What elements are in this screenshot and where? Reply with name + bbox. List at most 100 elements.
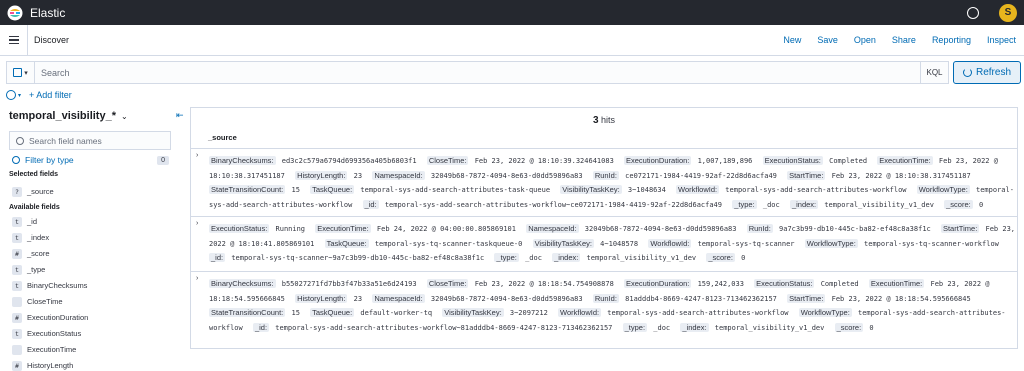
field-value: temporal-sys-add-search-attributes-task-… xyxy=(360,186,551,194)
hits-label: hits xyxy=(601,115,616,125)
field-key: NamespaceId: xyxy=(526,224,579,233)
field-key: RunId: xyxy=(592,293,619,303)
top-menu: New Save Open Share Reporting Inspect xyxy=(767,35,1016,45)
field-item[interactable]: t BinaryChecksums xyxy=(12,280,87,291)
refresh-button[interactable]: Refresh xyxy=(953,61,1021,84)
menu-inspect[interactable]: Inspect xyxy=(987,35,1016,45)
available-fields-heading: Available fields xyxy=(9,204,60,211)
field-key: ExecutionTime: xyxy=(877,156,933,165)
field-key: _type: xyxy=(494,253,519,262)
add-filter-link[interactable]: + Add filter xyxy=(29,90,72,100)
expand-row-icon[interactable]: › xyxy=(196,220,198,227)
index-pattern-selector[interactable]: temporal_visibility_* ⌄ xyxy=(9,110,128,122)
field-type-icon: t xyxy=(12,264,22,275)
field-name: _index xyxy=(27,233,50,242)
field-item[interactable]: t ExecutionStatus xyxy=(12,328,81,339)
field-item[interactable]: # ExecutionDuration xyxy=(12,312,88,323)
saved-query-button[interactable]: ▾ xyxy=(7,62,35,83)
date-type-icon xyxy=(12,296,22,307)
field-key: _id: xyxy=(252,322,270,332)
table-row: › ExecutionStatus: Running ExecutionTime… xyxy=(191,216,1017,268)
menu-open[interactable]: Open xyxy=(854,35,876,45)
filter-by-type-label: Filter by type xyxy=(25,155,74,165)
search-input[interactable]: Search xyxy=(41,68,70,78)
field-value: _doc xyxy=(762,200,780,209)
app-navbar: Discover New Save Open Share Reporting I… xyxy=(0,25,1024,56)
field-item[interactable]: # _score xyxy=(12,248,50,259)
field-key: _type: xyxy=(622,322,648,332)
field-name: _id xyxy=(27,217,38,226)
field-value: 15 xyxy=(291,309,300,317)
user-avatar[interactable]: S xyxy=(999,3,1017,22)
field-item[interactable]: t _index xyxy=(12,232,49,243)
field-value: temporal-sys-tq-scanner-taskqueue-0 xyxy=(374,239,523,248)
field-name: ExecutionTime xyxy=(27,345,77,354)
menu-share[interactable]: Share xyxy=(892,35,916,45)
field-search-input[interactable]: Search field names xyxy=(9,131,171,150)
field-value: temporal_visibility_v1_dev xyxy=(824,200,934,209)
field-value: 9a7c3b99-db10-445c-ba82-ef48c8a38f1c xyxy=(779,225,931,233)
menu-toggle-icon[interactable] xyxy=(0,25,28,55)
elastic-logo-icon[interactable] xyxy=(7,5,23,21)
field-value: 4~1048578 xyxy=(600,239,639,248)
field-key: StartTime: xyxy=(787,170,826,180)
filter-by-type-button[interactable]: Filter by type 0 xyxy=(12,154,169,166)
field-value: 32049b68-7872-4094-8e63-d0dd59896a83 xyxy=(584,225,737,233)
field-key: BinaryChecksums: xyxy=(209,156,276,165)
collapse-sidebar-icon[interactable]: ⇤ xyxy=(176,110,184,121)
help-icon[interactable] xyxy=(967,6,979,19)
field-value: _doc xyxy=(525,254,542,262)
menu-new[interactable]: New xyxy=(783,35,801,45)
chevron-down-icon: ▾ xyxy=(18,92,22,99)
kql-toggle[interactable]: KQL xyxy=(920,62,948,83)
filter-row: ▾ + Add filter xyxy=(0,86,72,104)
field-value: 81adddb4-8669-4247-8123-713462362157 xyxy=(625,294,777,303)
field-value: temporal_visibility_v1_dev xyxy=(714,323,825,332)
field-name: CloseTime xyxy=(27,297,63,306)
field-key: _index: xyxy=(680,322,709,332)
filter-options-icon[interactable] xyxy=(6,90,16,100)
field-key: VisibilityTaskKey: xyxy=(560,185,622,194)
menu-save[interactable]: Save xyxy=(817,35,838,45)
field-key: NamespaceId: xyxy=(372,170,425,180)
field-name: ExecutionStatus xyxy=(27,329,82,338)
expand-row-icon[interactable]: › xyxy=(196,275,198,282)
column-header-source[interactable]: _source xyxy=(208,133,237,142)
search-icon xyxy=(16,136,24,145)
field-key: _id: xyxy=(362,199,379,209)
menu-reporting[interactable]: Reporting xyxy=(932,35,971,45)
expand-row-icon[interactable]: › xyxy=(196,152,198,159)
field-key: TaskQueue: xyxy=(324,238,369,248)
breadcrumb[interactable]: Discover xyxy=(34,35,69,45)
selected-fields-heading: Selected fields xyxy=(9,171,59,178)
field-value: Feb 23, 2022 @ 18:10:38.317451187 xyxy=(831,171,971,180)
field-name: _type xyxy=(27,265,46,274)
field-key: RunId: xyxy=(592,170,619,180)
field-sidebar: temporal_visibility_* ⌄ ⇤ Search field n… xyxy=(0,104,186,371)
field-value: Completed xyxy=(829,157,868,165)
field-item[interactable]: ExecutionTime xyxy=(12,344,76,355)
field-key: ExecutionTime: xyxy=(868,279,925,288)
field-value: Feb 24, 2022 @ 04:00:00.805869101 xyxy=(376,225,516,233)
field-item[interactable]: ? _source xyxy=(12,186,54,197)
document-source: BinaryChecksums: ed3c2c579a6794d699356a4… xyxy=(209,154,1015,212)
field-value: temporal-sys-add-search-attributes-workf… xyxy=(384,200,722,209)
field-value: Running xyxy=(275,225,306,233)
field-key: _id: xyxy=(209,253,226,262)
field-key: WorkflowType: xyxy=(798,308,852,317)
field-value: 32049b68-7872-4094-8e63-d0dd59896a83 xyxy=(430,294,583,303)
chevron-down-icon: ⌄ xyxy=(121,111,128,121)
field-item[interactable]: t _id xyxy=(12,216,37,227)
hits-number: 3 xyxy=(592,115,599,126)
field-value: Completed xyxy=(820,280,859,288)
field-key: CloseTime: xyxy=(426,279,469,288)
field-key: ExecutionTime: xyxy=(315,224,371,233)
field-type-icon: # xyxy=(12,248,22,259)
field-key: StateTransitionCount: xyxy=(209,185,286,194)
field-key: TaskQueue: xyxy=(310,308,355,317)
field-value: temporal-sys-tq-scanner-workflow xyxy=(864,239,999,248)
field-item[interactable]: # HistoryLength xyxy=(12,360,73,371)
field-item[interactable]: CloseTime xyxy=(12,296,63,307)
field-key: ExecutionStatus: xyxy=(209,224,270,233)
field-item[interactable]: t _type xyxy=(12,264,45,275)
